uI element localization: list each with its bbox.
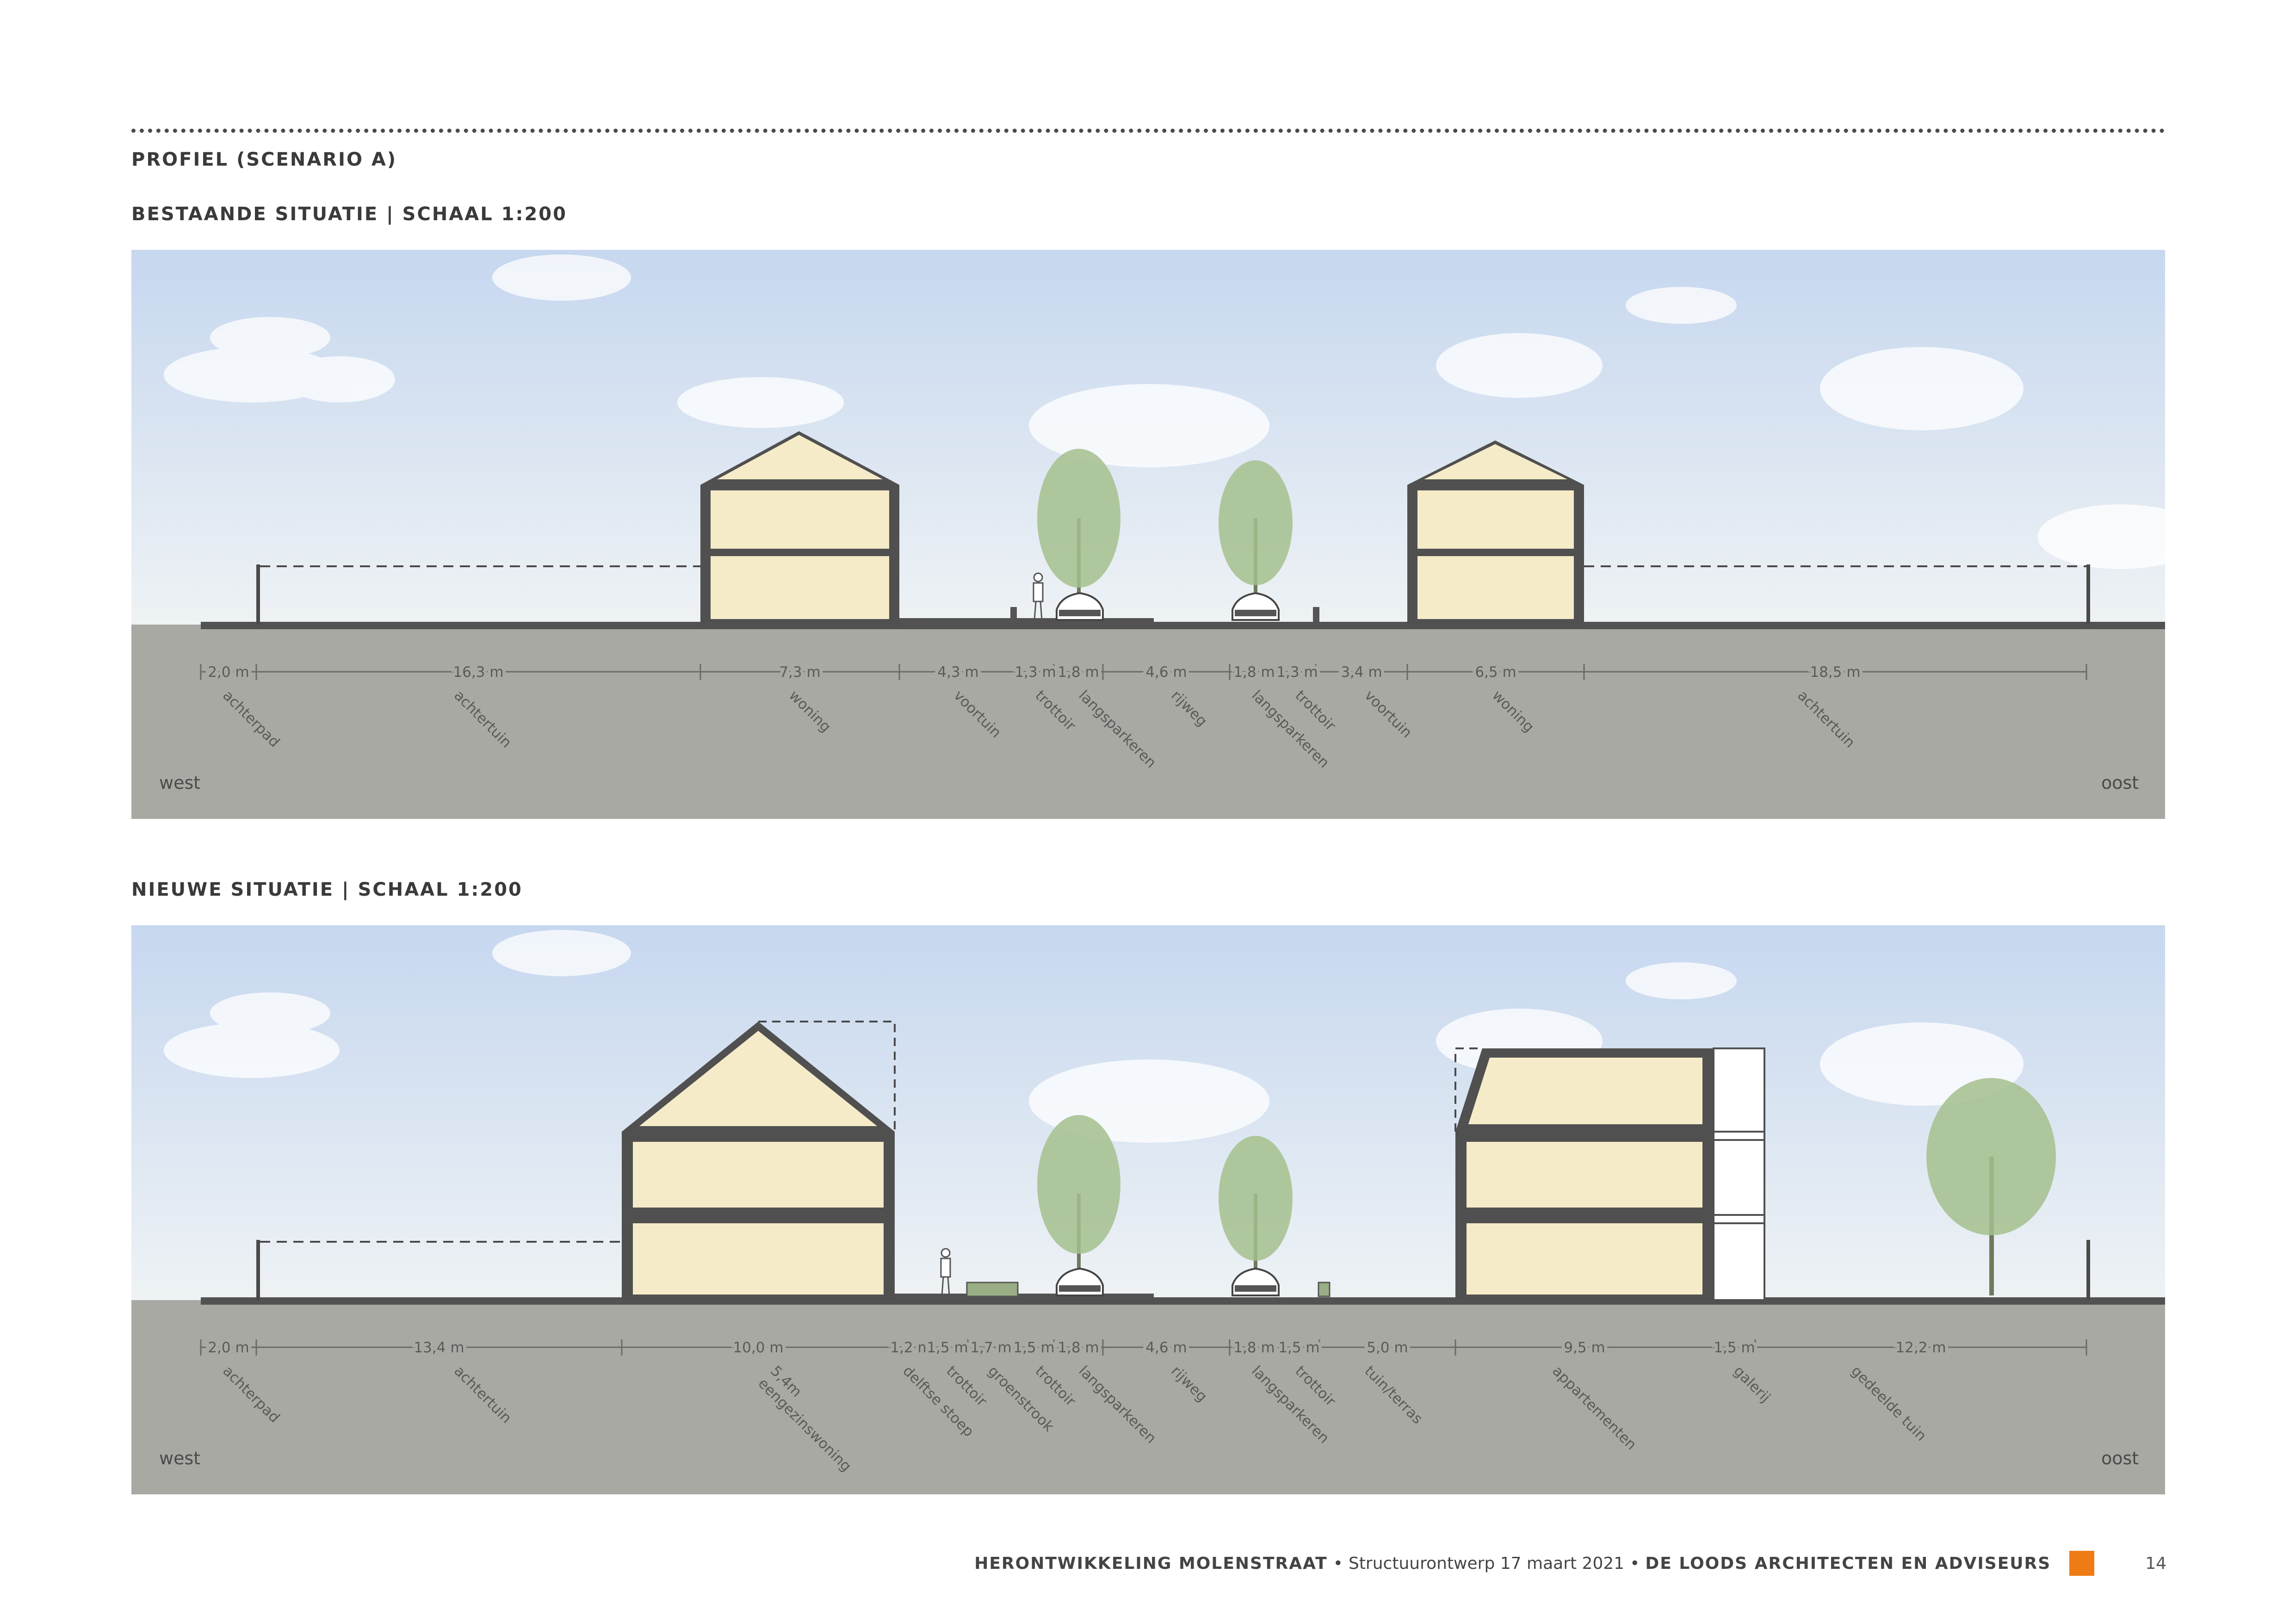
dimension-label: 16,3 m: [453, 664, 503, 681]
top-dotted-rule: [131, 129, 2165, 133]
footer-subtitle: Structuurontwerp 17 maart 2021: [1348, 1554, 1625, 1573]
dimension-label: 3,4 m: [1341, 664, 1382, 681]
dimension-label: 1,5 m: [1714, 1339, 1755, 1356]
dimension-label: 18,5 m: [1810, 664, 1860, 681]
dimension-label: 5,0 m: [1367, 1339, 1408, 1356]
compass-east: oost: [2101, 1448, 2139, 1468]
dimension-label: 6,5 m: [1475, 664, 1516, 681]
profile-panel-new: 2,0 m 13,4 m 10,0 m 1,2 m 1,5 m 1,7 m 1,…: [131, 925, 2165, 1494]
dimension-label: 1,5 m: [1278, 1339, 1319, 1356]
dimension-label: 1,2 m: [890, 1339, 931, 1356]
dimension-label: 4,6 m: [1145, 664, 1187, 681]
compass-west: west: [159, 1448, 200, 1468]
dimension-label: 13,4 m: [414, 1339, 464, 1356]
page-footer: HERONTWIKKELING MOLENSTRAAT • Structuuro…: [974, 1551, 2166, 1576]
dimension-label: 7,3 m: [779, 664, 820, 681]
dimension-label: 2,0 m: [208, 664, 249, 681]
profile-drawing-new: 2,0 m 13,4 m 10,0 m 1,2 m 1,5 m 1,7 m 1,…: [131, 925, 2165, 1494]
dimension-label: 1,8 m: [1233, 1339, 1275, 1356]
apartment-building: [1454, 1047, 1714, 1300]
dimension-label: 1,5 m: [1013, 1339, 1054, 1356]
garden-shrub: [1318, 1282, 1331, 1297]
dimension-label: 1,7 m: [970, 1339, 1011, 1356]
ground: [131, 625, 2165, 819]
footer-separator: •: [1333, 1554, 1343, 1573]
page-title: PROFIEL (SCENARIO A): [131, 149, 397, 170]
footer-firm: DE LOODS ARCHITECTEN EN ADVISEURS: [1645, 1554, 2051, 1573]
footer-separator: •: [1630, 1554, 1640, 1573]
footer-project: HERONTWIKKELING MOLENSTRAAT: [974, 1554, 1328, 1573]
dimension-label: 9,5 m: [1564, 1339, 1605, 1356]
profile-drawing-existing: 2,0 m 16,3 m 7,3 m 4,3 m 1,3 m 1,8 m 4,6…: [131, 250, 2165, 819]
ground: [131, 1300, 2165, 1494]
gallery: [1713, 1047, 1765, 1301]
section-label-existing: BESTAANDE SITUATIE | SCHAAL 1:200: [131, 204, 567, 225]
dimension-label: 10,0 m: [733, 1339, 783, 1356]
dimension-label: 1,8 m: [1058, 1339, 1099, 1356]
dimension-label: 4,6 m: [1145, 1339, 1187, 1356]
compass-west: west: [159, 773, 200, 793]
compass-east: oost: [2101, 773, 2139, 793]
profile-panel-existing: 2,0 m 16,3 m 7,3 m 4,3 m 1,3 m 1,8 m 4,6…: [131, 250, 2165, 819]
dimension-label: 1,3 m: [1015, 664, 1056, 681]
dimension-label: 2,0 m: [208, 1339, 249, 1356]
section-label-new: NIEUWE SITUATIE | SCHAAL 1:200: [131, 879, 523, 900]
page-number: 14: [2145, 1554, 2166, 1573]
hedge: [966, 1282, 1019, 1297]
dimension-label: 1,3 m: [1276, 664, 1318, 681]
dimension-label: 4,3 m: [937, 664, 978, 681]
dimension-label: 1,5 m: [927, 1339, 968, 1356]
dimension-label: 1,8 m: [1233, 664, 1275, 681]
dimension-label: 12,2 m: [1895, 1339, 1946, 1356]
brand-square-icon: [2069, 1551, 2095, 1576]
garden-fence-right: [2086, 1240, 2090, 1300]
dimension-label: 1,8 m: [1058, 664, 1099, 681]
